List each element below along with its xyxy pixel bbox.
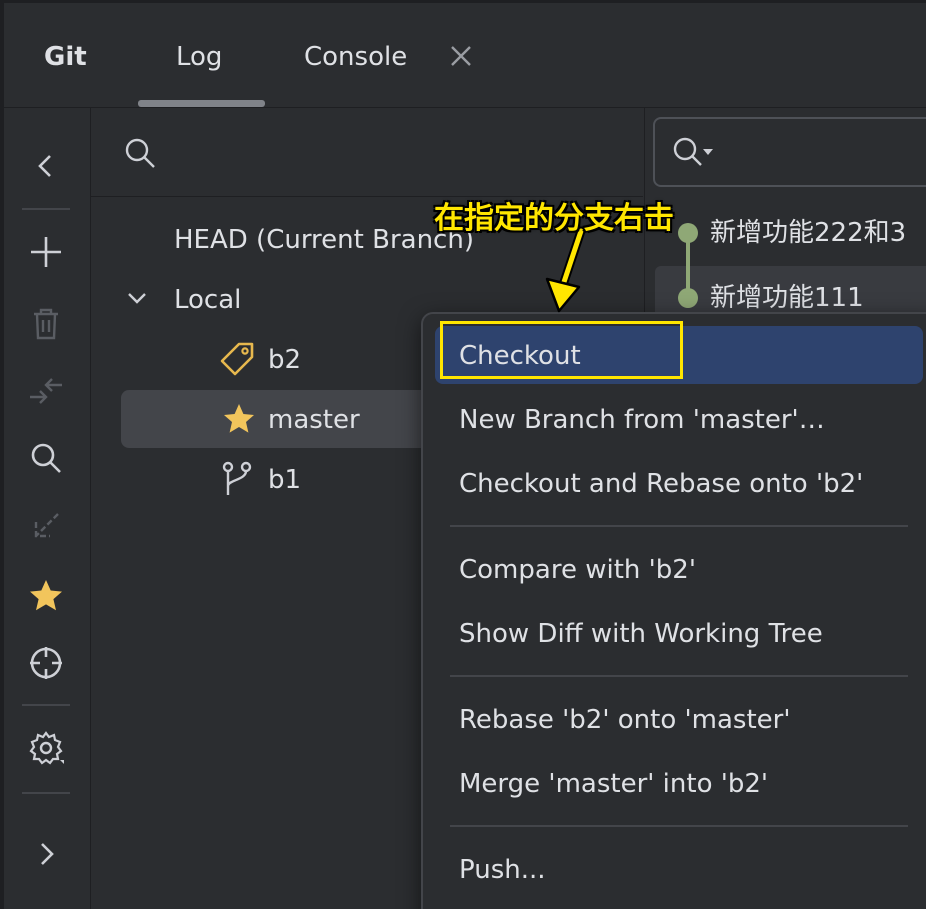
active-tab-indicator (138, 100, 265, 107)
tree-item-local[interactable]: Local (174, 282, 241, 318)
toolbar-divider (22, 792, 70, 794)
locate-crosshair-icon[interactable] (26, 643, 66, 683)
branches-toolbar (4, 108, 91, 909)
menu-divider (450, 675, 908, 677)
branch-icon (222, 461, 252, 495)
tree-item-b2[interactable]: b2 (268, 342, 301, 378)
commit-graph (678, 223, 698, 308)
chevron-down-icon[interactable] (125, 286, 149, 310)
favorite-star-icon[interactable] (26, 576, 66, 616)
tool-window-header: Git Log Console (4, 3, 926, 108)
menu-item-compare[interactable]: Compare with 'b2' (459, 552, 696, 588)
chevron-left-icon[interactable] (26, 146, 66, 186)
tree-item-head[interactable]: HEAD (Current Branch) (174, 222, 474, 258)
menu-item-merge[interactable]: Merge 'master' into 'b2' (459, 766, 768, 802)
menu-item-rebase[interactable]: Rebase 'b2' onto 'master' (459, 702, 790, 738)
menu-item-show-diff[interactable]: Show Diff with Working Tree (459, 616, 823, 652)
gear-icon[interactable] (26, 728, 66, 768)
add-icon[interactable] (26, 232, 66, 272)
toolbar-divider (22, 208, 70, 210)
tree-item-master[interactable]: master (268, 402, 360, 438)
annotation-highlight-box (440, 321, 683, 379)
menu-item-checkout-rebase[interactable]: Checkout and Rebase onto 'b2' (459, 466, 863, 502)
tab-console[interactable]: Console (304, 39, 407, 75)
tab-log[interactable]: Log (176, 39, 222, 75)
toolbar-divider (22, 704, 70, 706)
chevron-right-icon[interactable] (26, 834, 66, 874)
commit-row[interactable]: 新增功能111 (710, 280, 864, 316)
git-tool-window: Git Log Console HEAD (Current Branch) Lo… (3, 2, 926, 909)
compare-arrows-icon[interactable] (26, 371, 66, 411)
update-arrow-icon[interactable] (26, 506, 66, 546)
tree-item-b1[interactable]: b1 (268, 462, 301, 498)
star-icon (224, 404, 254, 433)
delete-icon[interactable] (26, 304, 66, 344)
tag-icon (220, 342, 254, 376)
git-title: Git (44, 42, 87, 72)
commit-row[interactable]: 新增功能222和3 (710, 215, 906, 251)
search-icon (125, 138, 155, 168)
menu-divider (450, 825, 908, 827)
menu-item-new-branch[interactable]: New Branch from 'master'… (459, 402, 825, 438)
branch-context-menu: Checkout New Branch from 'master'… Check… (421, 312, 926, 909)
log-filter-input[interactable] (653, 117, 926, 187)
search-icon[interactable] (26, 438, 66, 478)
search-dropdown-icon (673, 137, 713, 166)
close-icon[interactable] (446, 41, 476, 71)
menu-divider (450, 525, 908, 527)
annotation-text: 在指定的分支右击 (434, 201, 674, 236)
menu-item-push[interactable]: Push... (459, 852, 546, 888)
branch-search-bar[interactable] (91, 108, 643, 197)
